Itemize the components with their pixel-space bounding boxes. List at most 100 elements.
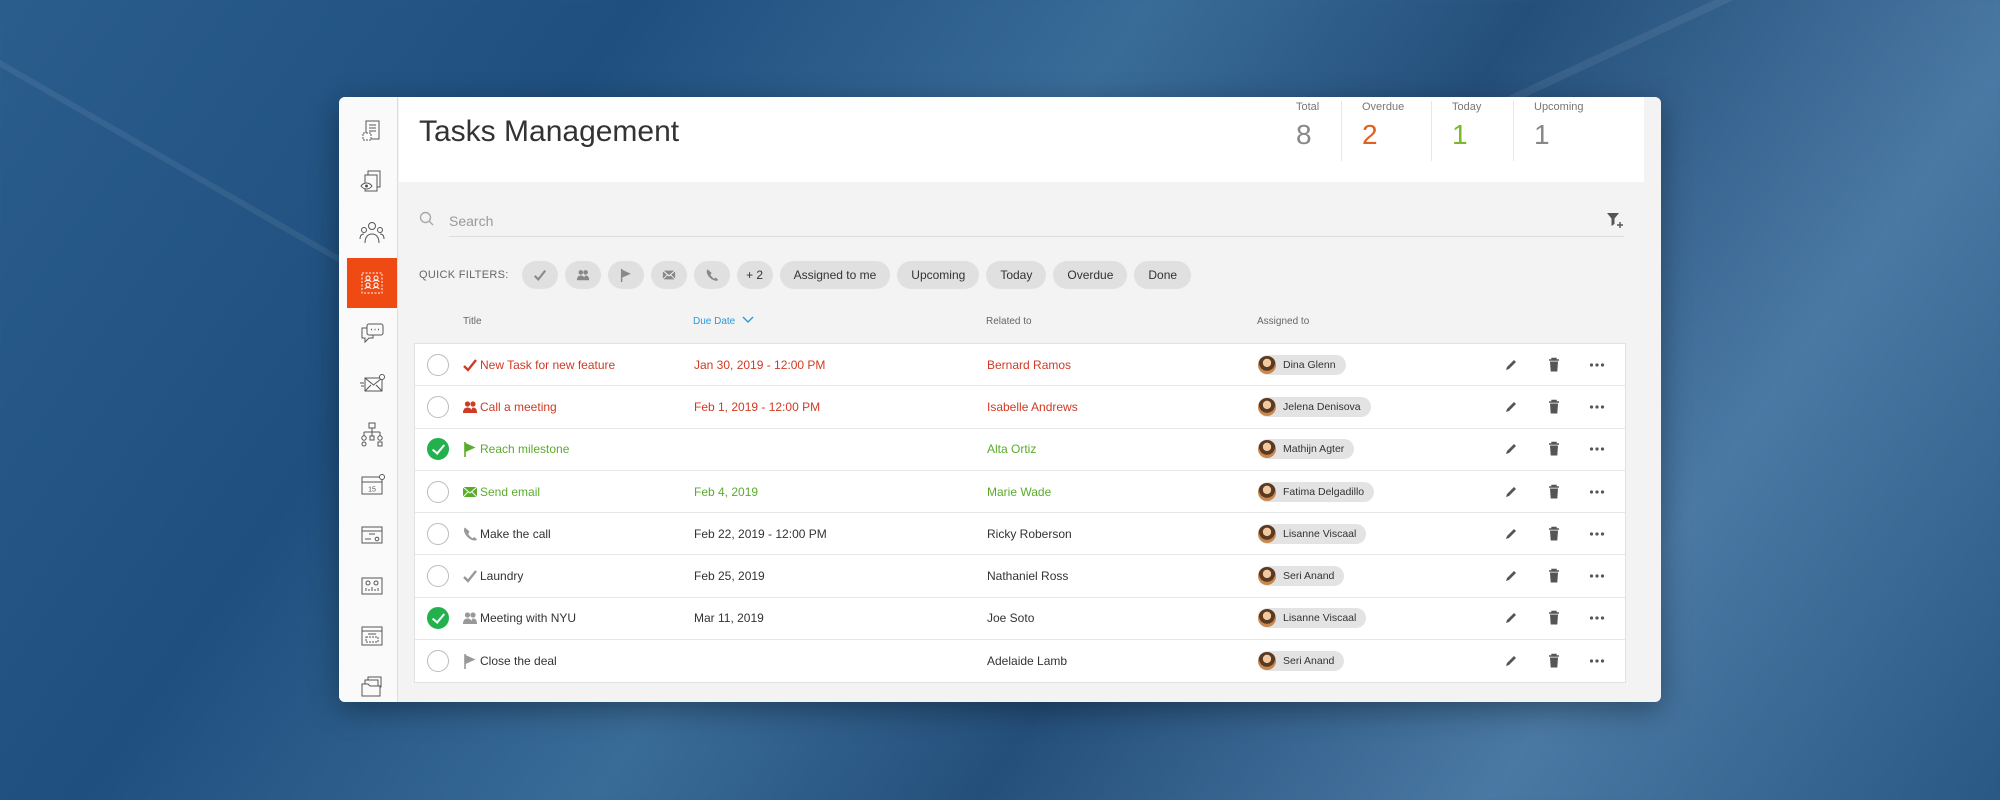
more-options-icon[interactable] — [1589, 653, 1605, 669]
complete-checkbox[interactable] — [427, 565, 449, 588]
meeting-icon — [463, 401, 477, 413]
stat-value: 1 — [1534, 119, 1550, 150]
column-header-assigned[interactable]: Assigned to — [1257, 316, 1309, 327]
assignee-chip[interactable]: Seri Anand — [1258, 566, 1345, 587]
task-related-to[interactable]: Isabelle Andrews — [987, 400, 1078, 414]
trash-icon[interactable] — [1546, 610, 1562, 626]
task-related-to[interactable]: Joe Soto — [987, 611, 1034, 625]
quick-filter-flag[interactable] — [607, 261, 644, 289]
edit-icon[interactable] — [1503, 526, 1519, 542]
task-related-to[interactable]: Marie Wade — [987, 485, 1051, 499]
sidebar-item-chat[interactable] — [347, 308, 397, 358]
trash-icon[interactable] — [1546, 441, 1562, 457]
trash-icon[interactable] — [1546, 399, 1562, 415]
trash-icon[interactable] — [1546, 526, 1562, 542]
quick-filter-today[interactable]: Today — [986, 261, 1047, 289]
more-options-icon[interactable] — [1589, 484, 1605, 500]
task-title[interactable]: Laundry — [480, 569, 523, 583]
complete-checkbox[interactable] — [427, 650, 449, 673]
edit-icon[interactable] — [1503, 399, 1519, 415]
assignee-chip[interactable]: Dina Glenn — [1258, 354, 1346, 375]
task-title[interactable]: Make the call — [480, 527, 551, 541]
trash-icon[interactable] — [1546, 568, 1562, 584]
table-row: Send email Feb 4, 2019 Marie Wade Fatima… — [415, 471, 1625, 514]
column-header-due-date[interactable]: Due Date — [693, 316, 754, 327]
page-title: Tasks Management — [419, 115, 680, 148]
complete-checkbox[interactable] — [427, 395, 449, 418]
assignee-chip[interactable]: Seri Anand — [1258, 651, 1345, 672]
calendar-icon: 15 — [361, 473, 385, 494]
header: Tasks Management Total 8 Overdue 2 Today 1 Upc… — [399, 97, 1644, 182]
assignee-chip[interactable]: Mathijn Agter — [1258, 439, 1355, 460]
task-related-to[interactable]: Nathaniel Ross — [987, 569, 1068, 583]
task-title[interactable]: Meeting with NYU — [480, 611, 576, 625]
quick-filter-upcoming[interactable]: Upcoming — [897, 261, 980, 289]
column-header-related[interactable]: Related to — [986, 316, 1032, 327]
edit-icon[interactable] — [1503, 610, 1519, 626]
task-title[interactable]: New Task for new feature — [480, 358, 615, 372]
sidebar-item-files[interactable] — [347, 662, 397, 703]
column-header-title[interactable]: Title — [463, 316, 482, 327]
more-options-icon[interactable] — [1589, 568, 1605, 584]
table-row: Meeting with NYU Mar 11, 2019 Joe Soto L… — [415, 598, 1625, 641]
complete-checkbox[interactable] — [427, 522, 449, 545]
task-due-date: Feb 1, 2019 - 12:00 PM — [694, 399, 821, 414]
edit-icon[interactable] — [1503, 441, 1519, 457]
sidebar-item-report[interactable] — [347, 561, 397, 611]
edit-icon[interactable] — [1503, 357, 1519, 373]
search-icon — [419, 211, 434, 226]
task-related-to[interactable]: Ricky Roberson — [987, 527, 1072, 541]
quick-filter-meeting[interactable] — [564, 261, 601, 289]
task-title[interactable]: Send email — [480, 485, 540, 499]
edit-icon[interactable] — [1503, 484, 1519, 500]
quick-filter-assigned-to-me[interactable]: Assigned to me — [779, 261, 891, 289]
quick-filter-check[interactable] — [521, 261, 558, 289]
complete-checkbox[interactable] — [427, 353, 449, 376]
sidebar-item-team[interactable] — [347, 207, 397, 257]
sidebar-item-calendar[interactable]: 15 — [347, 460, 397, 510]
table-row: Call a meeting Feb 1, 2019 - 12:00 PM Is… — [415, 386, 1625, 429]
more-options-icon[interactable] — [1589, 441, 1605, 457]
add-filter-icon[interactable] — [1606, 211, 1624, 229]
sidebar-item-hierarchy[interactable] — [347, 409, 397, 459]
quick-filter-overdue[interactable]: Overdue — [1053, 261, 1128, 289]
sidebar-item-form[interactable] — [347, 510, 397, 560]
sidebar-item-document[interactable] — [347, 106, 397, 156]
trash-icon[interactable] — [1546, 484, 1562, 500]
assignee-chip[interactable]: Lisanne Viscaal — [1258, 523, 1367, 544]
assignee-chip[interactable]: Fatima Delgadillo — [1258, 481, 1375, 502]
edit-icon[interactable] — [1503, 653, 1519, 669]
task-title[interactable]: Close the deal — [480, 654, 557, 668]
stat-value: 1 — [1452, 119, 1468, 150]
task-title[interactable]: Reach milestone — [480, 442, 569, 456]
more-options-icon[interactable] — [1589, 526, 1605, 542]
flag-icon — [464, 442, 476, 458]
trash-icon[interactable] — [1546, 357, 1562, 373]
task-related-to[interactable]: Alta Ortiz — [987, 442, 1036, 456]
quick-filter-done[interactable]: Done — [1134, 261, 1192, 289]
edit-icon[interactable] — [1503, 568, 1519, 584]
task-title[interactable]: Call a meeting — [480, 400, 557, 414]
sidebar-item-template[interactable] — [347, 611, 397, 661]
report-icon — [361, 577, 383, 594]
assignee-chip[interactable]: Lisanne Viscaal — [1258, 608, 1367, 629]
complete-checkbox[interactable] — [427, 480, 449, 503]
avatar — [1258, 524, 1276, 543]
more-options-icon[interactable] — [1589, 357, 1605, 373]
sidebar-item-tasks[interactable] — [347, 257, 397, 308]
trash-icon[interactable] — [1546, 653, 1562, 669]
sidebar-item-mail[interactable] — [347, 359, 397, 409]
assignee-chip[interactable]: Jelena Denisova — [1258, 396, 1371, 417]
quick-filter-email[interactable] — [650, 261, 687, 289]
more-options-icon[interactable] — [1589, 610, 1605, 626]
search-input[interactable] — [449, 205, 1624, 237]
more-options-icon[interactable] — [1589, 399, 1605, 415]
complete-checkbox[interactable] — [427, 607, 449, 630]
complete-checkbox[interactable] — [427, 438, 449, 461]
quick-filter-phone[interactable] — [693, 261, 730, 289]
task-related-to[interactable]: Bernard Ramos — [987, 358, 1071, 372]
column-header-due-date-label: Due Date — [693, 316, 736, 327]
quick-filter-more[interactable]: + 2 — [736, 261, 773, 289]
task-related-to[interactable]: Adelaide Lamb — [987, 654, 1067, 668]
sidebar-item-preview[interactable] — [347, 157, 397, 207]
